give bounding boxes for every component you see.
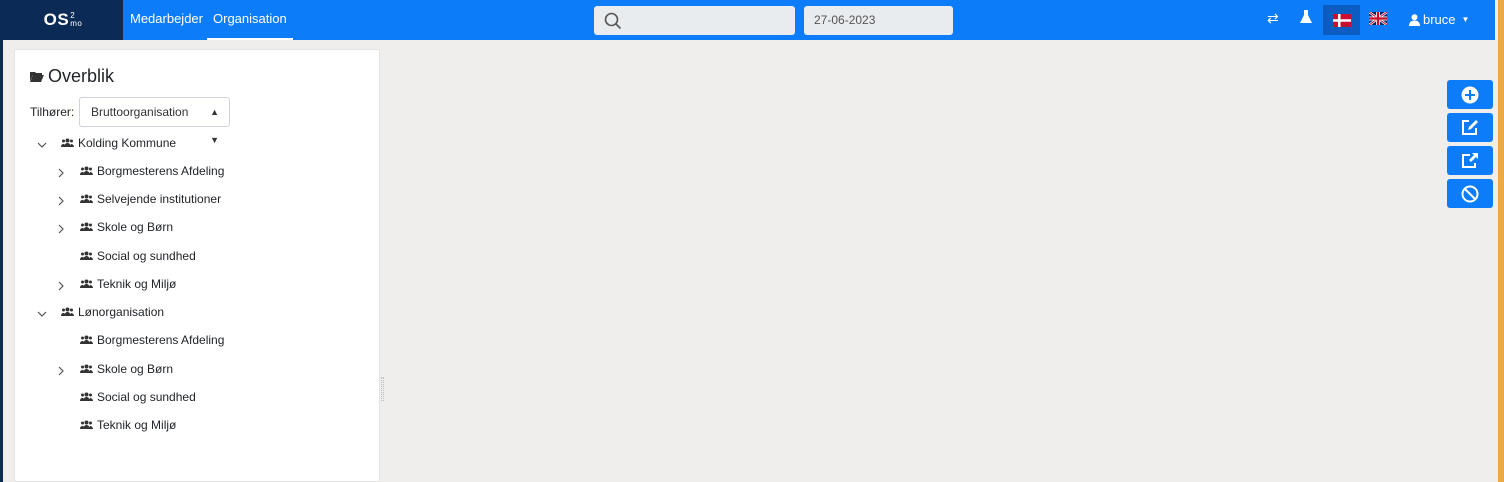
- users-icon: [80, 192, 93, 206]
- chevron-right-icon[interactable]: [55, 167, 67, 179]
- search-icon: [604, 12, 622, 30]
- panel-title: Overblik: [30, 66, 114, 87]
- user-menu[interactable]: bruce ▼: [1409, 0, 1469, 40]
- tree-node[interactable]: Selvejende institutioner: [80, 189, 221, 209]
- users-icon: [61, 305, 74, 319]
- add-button[interactable]: [1447, 80, 1493, 109]
- chevron-right-icon[interactable]: [55, 365, 67, 377]
- tree-node[interactable]: Lønorganisation: [61, 302, 164, 322]
- tree-node[interactable]: Teknik og Miljø: [80, 415, 176, 435]
- move-button[interactable]: [1447, 146, 1493, 175]
- chevron-right-icon[interactable]: [55, 195, 67, 207]
- folder-open-icon: [30, 72, 44, 82]
- users-icon: [80, 362, 93, 376]
- belongs-label: Tilhører:: [30, 105, 75, 119]
- right-edge: [1498, 0, 1504, 482]
- add-icon: [1461, 86, 1479, 103]
- user-icon: [1409, 14, 1420, 26]
- date-picker[interactable]: 27-06-2023: [804, 6, 953, 35]
- nav-medarbejder[interactable]: Medarbejder: [130, 0, 203, 40]
- users-icon: [80, 418, 93, 432]
- overview-panel: Overblik Tilhører: Bruttoorganisation ▲ ▼…: [14, 49, 380, 482]
- edit-icon: [1462, 120, 1478, 135]
- search-input[interactable]: [594, 6, 795, 35]
- flag-dk-icon[interactable]: [1323, 5, 1360, 35]
- tree-node[interactable]: Borgmesterens Afdeling: [80, 161, 224, 181]
- left-edge: [0, 0, 3, 482]
- flag-uk-icon[interactable]: [1368, 10, 1388, 28]
- users-icon: [80, 249, 93, 263]
- top-navbar: OS 2 mo Medarbejder Organisation 27-06-2…: [3, 0, 1495, 40]
- user-name: bruce: [1423, 12, 1456, 27]
- chevron-down-icon[interactable]: [36, 308, 48, 320]
- tree-node[interactable]: Social og sundhed: [80, 246, 196, 266]
- tree-node[interactable]: Social og sundhed: [80, 387, 196, 407]
- chevron-down-icon[interactable]: [36, 139, 48, 151]
- tree-node[interactable]: Kolding Kommune: [61, 133, 176, 153]
- move-icon: [1462, 153, 1478, 168]
- flask-icon[interactable]: [1300, 10, 1312, 27]
- users-icon: [61, 136, 74, 150]
- nav-organisation[interactable]: Organisation: [207, 0, 293, 40]
- tree-node[interactable]: Borgmesterens Afdeling: [80, 330, 224, 350]
- users-icon: [80, 390, 93, 404]
- tree-node[interactable]: Teknik og Miljø: [80, 274, 176, 294]
- edit-button[interactable]: [1447, 113, 1493, 142]
- tree-node[interactable]: Skole og Børn: [80, 217, 173, 237]
- org-select[interactable]: Bruttoorganisation ▲ ▼: [79, 97, 230, 145]
- select-caret-icon: ▲ ▼: [210, 107, 219, 145]
- users-icon: [80, 164, 93, 178]
- users-icon: [80, 333, 93, 347]
- terminate-button[interactable]: [1447, 179, 1493, 208]
- chevron-right-icon[interactable]: [55, 280, 67, 292]
- caret-down-icon: ▼: [1461, 15, 1470, 24]
- panel-resize-handle[interactable]: [381, 377, 384, 401]
- terminate-icon: [1461, 185, 1479, 202]
- users-icon: [80, 220, 93, 234]
- brand-superscript: 2 mo: [70, 11, 83, 28]
- tree-node[interactable]: Skole og Børn: [80, 359, 173, 379]
- chevron-right-icon[interactable]: [55, 223, 67, 235]
- brand-name: OS: [43, 10, 70, 29]
- swap-icon[interactable]: ⇄: [1267, 10, 1279, 27]
- users-icon: [80, 277, 93, 291]
- brand-logo[interactable]: OS 2 mo: [3, 0, 123, 40]
